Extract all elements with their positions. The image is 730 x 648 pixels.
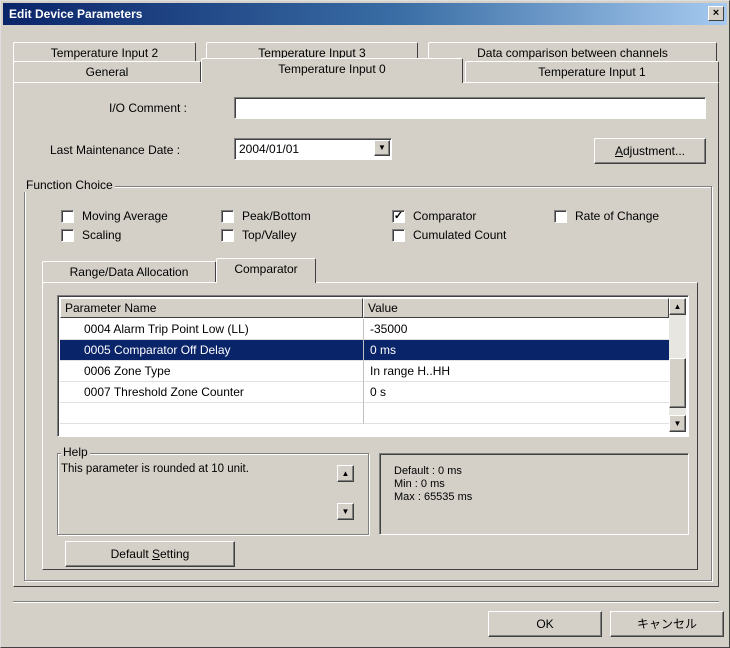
default-setting-after: etting (160, 547, 190, 561)
close-button[interactable]: × (708, 6, 724, 21)
last-maintenance-date-label: Last Maintenance Date : (50, 143, 181, 157)
empty-cell (60, 403, 363, 424)
peak-bottom-label: Peak/Bottom (242, 209, 311, 223)
io-comment-label: I/O Comment : (109, 101, 188, 115)
adjustment-button[interactable]: Adjustment... (594, 138, 706, 164)
help-title: Help (61, 445, 90, 459)
default-value-text: Default : 0 ms (394, 465, 462, 477)
tab-temperature-input-1[interactable]: Temperature Input 1 (465, 61, 719, 83)
param-name-cell: 0007 Threshold Zone Counter (60, 382, 363, 403)
table-row[interactable]: 0006 Zone Type In range H..HH (58, 361, 688, 382)
title-bar: Edit Device Parameters × (3, 3, 727, 25)
tab-comparator[interactable]: Comparator (216, 258, 316, 283)
max-value-text: Max : 65535 ms (394, 491, 473, 503)
range-info-box: Default : 0 ms Min : 0 ms Max : 65535 ms (379, 453, 689, 535)
param-value-cell: 0 s (363, 382, 669, 403)
top-valley-checkbox[interactable] (221, 229, 234, 242)
param-name-cell: 0006 Zone Type (60, 361, 363, 382)
empty-cell (363, 403, 669, 424)
param-value-cell: -35000 (363, 319, 669, 340)
peak-bottom-checkbox[interactable] (221, 210, 234, 223)
help-text: This parameter is rounded at 10 unit. (61, 463, 249, 475)
tab-range-data-allocation[interactable]: Range/Data Allocation (42, 261, 216, 283)
scroll-up-icon[interactable]: ▲ (669, 298, 686, 315)
temperature-input-0-panel: I/O Comment : Last Maintenance Date : 20… (13, 82, 719, 587)
rate-of-change-checkbox[interactable] (554, 210, 567, 223)
edit-device-parameters-dialog: Edit Device Parameters × Temperature Inp… (0, 0, 730, 648)
scaling-checkbox[interactable] (61, 229, 74, 242)
top-valley-label: Top/Valley (242, 228, 297, 242)
maintenance-date-value: 2004/01/01 (239, 142, 300, 156)
adjustment-label: djustment... (622, 144, 686, 158)
moving-average-checkbox[interactable] (61, 210, 74, 223)
help-scroll-up-icon[interactable]: ▲ (337, 465, 354, 482)
adjustment-accel: A (614, 144, 623, 158)
default-setting-before: Default (110, 547, 152, 561)
min-value-text: Min : 0 ms (394, 478, 445, 490)
scroll-down-icon[interactable]: ▼ (669, 415, 686, 432)
table-row[interactable]: 0007 Threshold Zone Counter 0 s (58, 382, 688, 403)
param-value-cell: 0 ms (363, 340, 669, 361)
scaling-label: Scaling (82, 228, 122, 242)
moving-average-label: Moving Average (82, 209, 168, 223)
parameter-grid: Parameter Name Value 0004 Alarm Trip Poi… (57, 295, 689, 437)
table-row[interactable]: 0004 Alarm Trip Point Low (LL) -35000 (58, 319, 688, 340)
grid-scrollbar[interactable]: ▲ ▼ (669, 298, 686, 432)
table-row-selected[interactable]: 0005 Comparator Off Delay 0 ms (58, 340, 688, 361)
function-choice-title: Function Choice (24, 178, 115, 192)
param-name-cell: 0004 Alarm Trip Point Low (LL) (60, 319, 363, 340)
cancel-button[interactable]: キャンセル (610, 611, 724, 637)
maintenance-date-combo[interactable]: 2004/01/01 ▼ (234, 138, 392, 160)
column-header-parameter-name[interactable]: Parameter Name (60, 298, 363, 318)
tab-general[interactable]: General (13, 61, 201, 83)
table-row-empty[interactable] (58, 403, 688, 424)
tab-temperature-input-0[interactable]: Temperature Input 0 (201, 58, 463, 83)
param-name-cell: 0005 Comparator Off Delay (60, 340, 363, 361)
help-scroll-down-icon[interactable]: ▼ (337, 503, 354, 520)
footer-divider (13, 601, 719, 603)
comparator-label: Comparator (413, 209, 477, 223)
param-value-cell: In range H..HH (363, 361, 669, 382)
io-comment-input[interactable] (234, 97, 706, 119)
cumulated-count-checkbox[interactable] (392, 229, 405, 242)
cumulated-count-label: Cumulated Count (413, 228, 507, 242)
chevron-down-icon[interactable]: ▼ (374, 140, 390, 156)
comparator-checkbox[interactable]: ✓ (392, 210, 405, 223)
scroll-thumb[interactable] (669, 358, 686, 408)
column-header-value[interactable]: Value (363, 298, 669, 318)
window-title: Edit Device Parameters (9, 7, 143, 21)
default-setting-button[interactable]: Default Setting (65, 541, 235, 567)
rate-of-change-label: Rate of Change (575, 209, 660, 223)
ok-button[interactable]: OK (488, 611, 602, 637)
comparator-panel: Parameter Name Value 0004 Alarm Trip Poi… (42, 282, 698, 570)
default-setting-accel: S (151, 547, 160, 561)
